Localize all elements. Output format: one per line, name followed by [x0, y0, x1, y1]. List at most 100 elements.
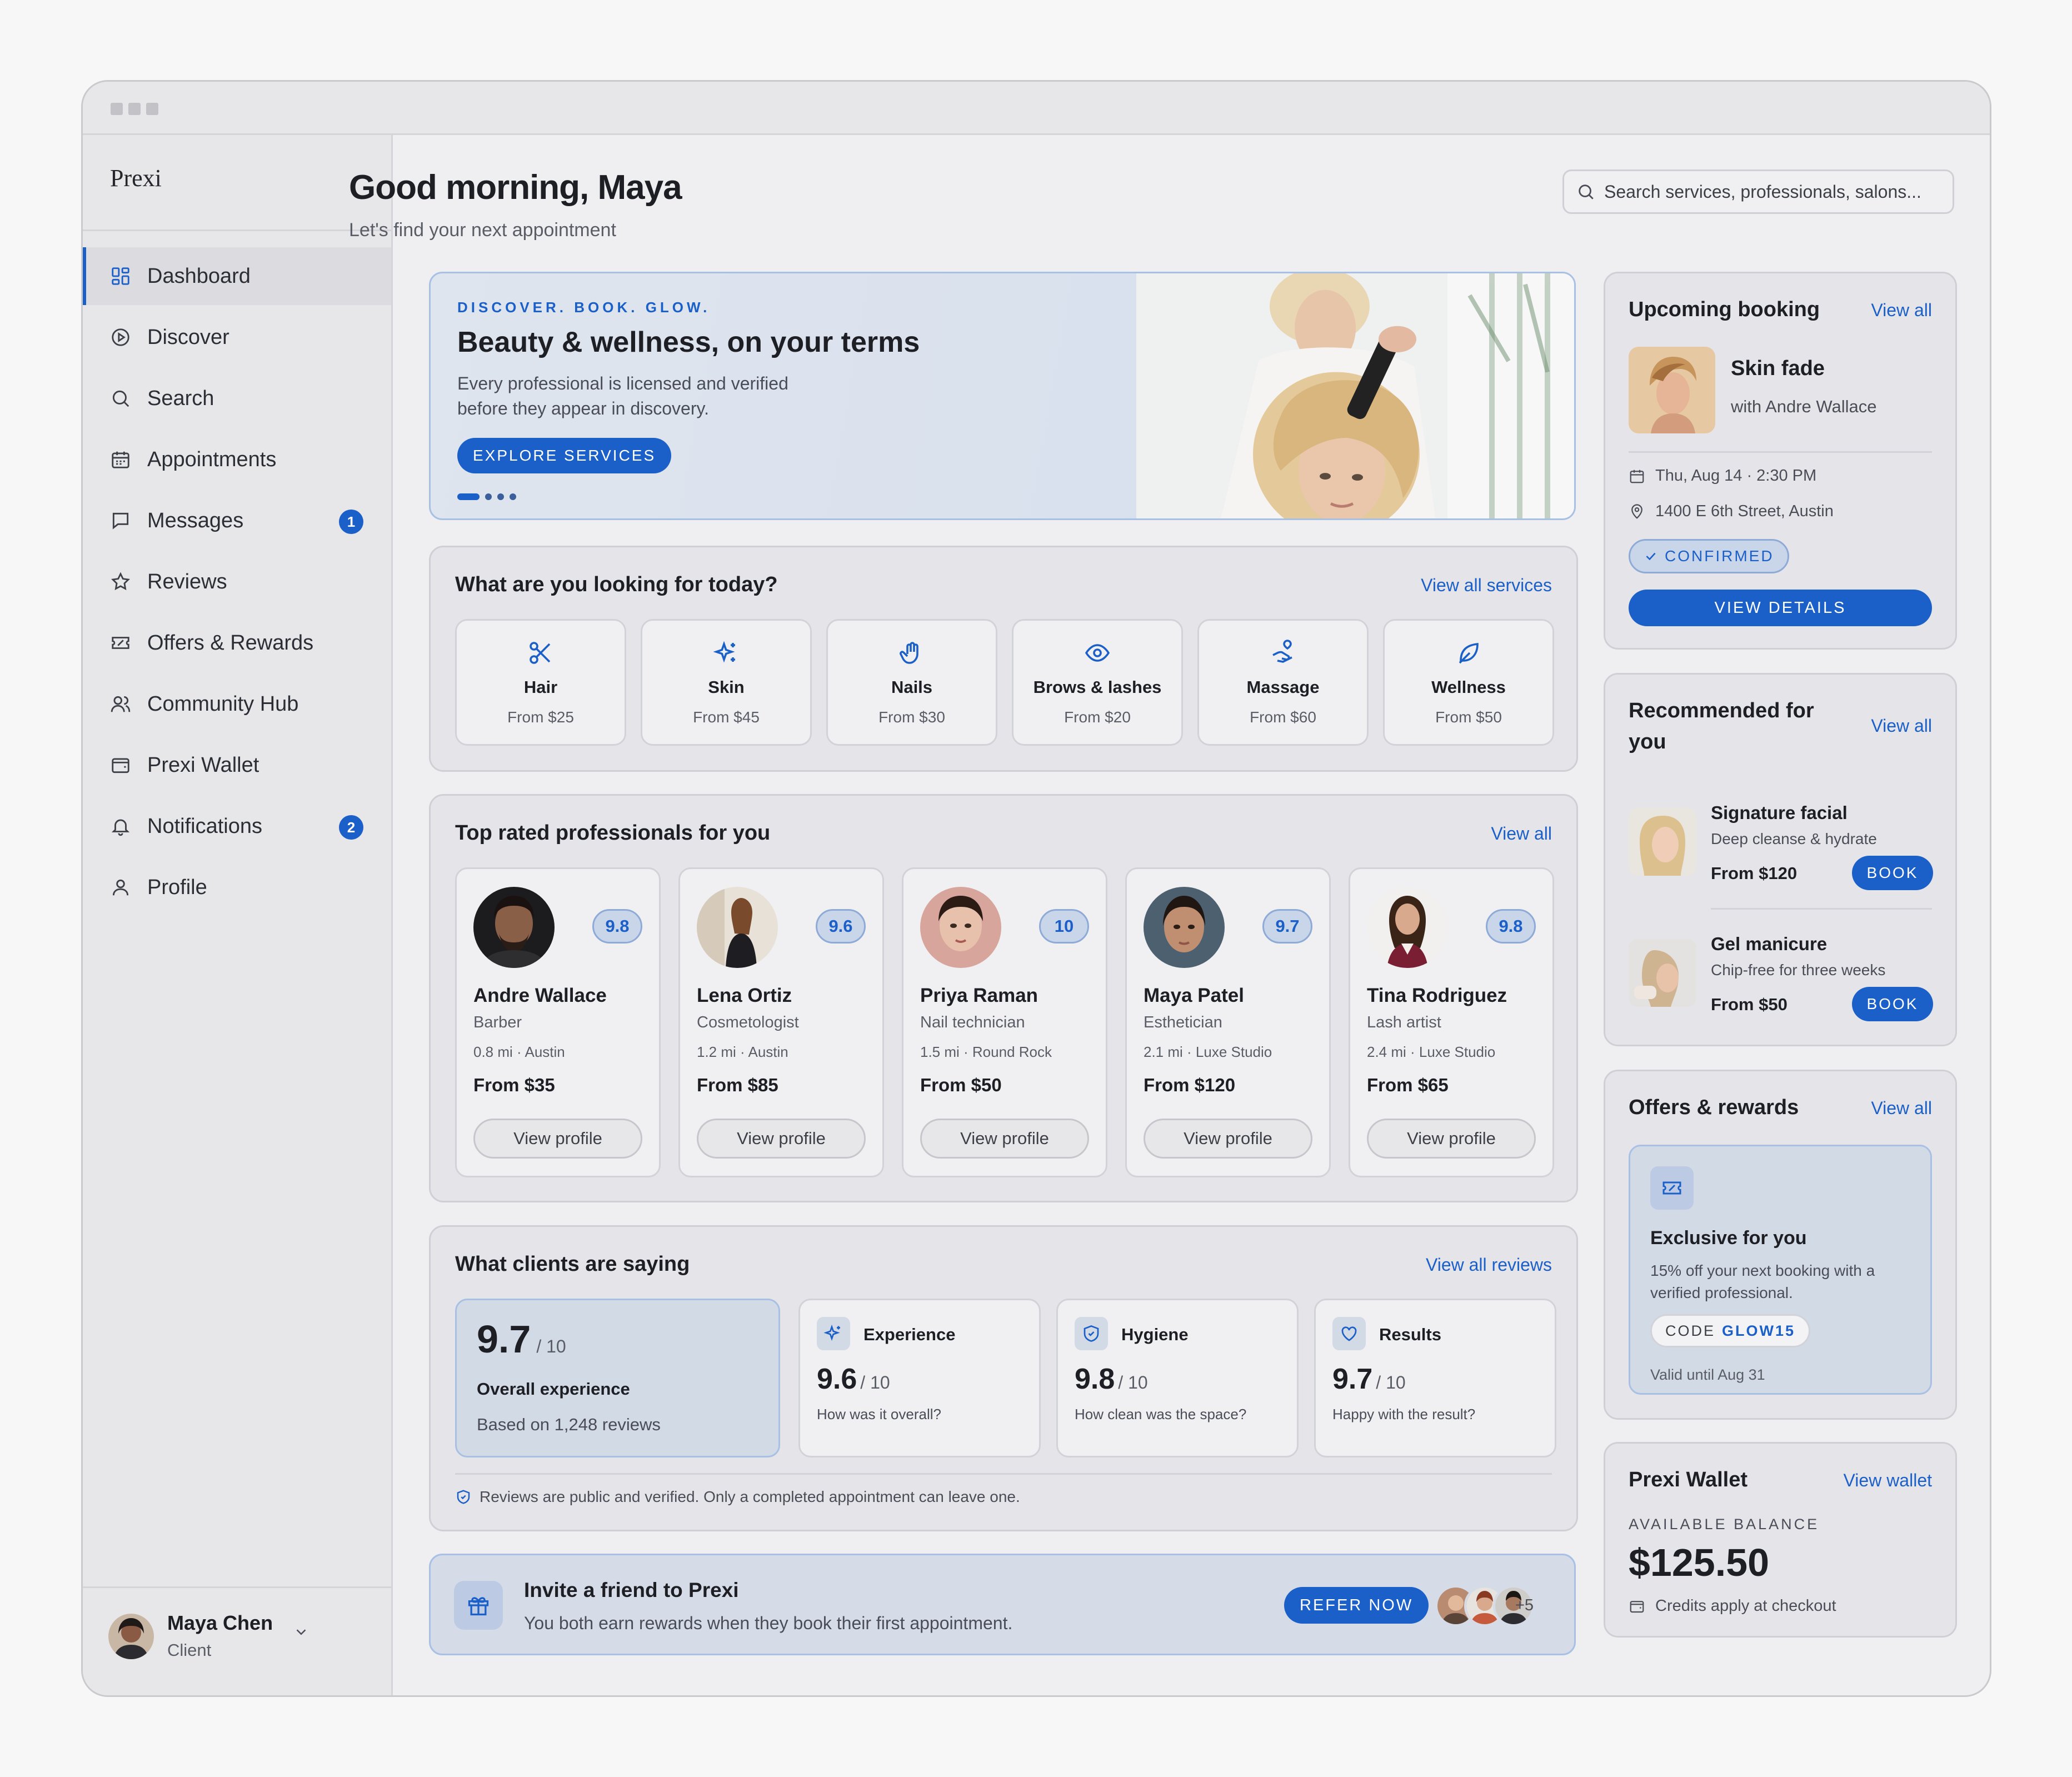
window-control[interactable] [111, 103, 123, 115]
sidebar-item-discover[interactable]: Discover [83, 308, 391, 366]
avatar [1367, 887, 1448, 968]
services-section: What are you looking for today? View all… [429, 546, 1578, 772]
carousel-dots[interactable] [457, 493, 516, 500]
rating-badge: 9.7 [1262, 909, 1312, 944]
service-card-nails[interactable]: Nails From $30 [826, 619, 997, 746]
service-name: Hair [523, 677, 558, 697]
view-profile-button[interactable]: View profile [473, 1119, 642, 1159]
sidebar-item-reviews[interactable]: Reviews [83, 553, 391, 611]
view-all-services-link[interactable]: View all services [1421, 575, 1552, 596]
grid-icon [109, 265, 132, 287]
hand-icon [900, 642, 918, 664]
sidebar-item-label: Notifications [147, 814, 262, 838]
hero-description: Every professional is licensed and verif… [457, 373, 788, 418]
message-icon [109, 510, 132, 532]
view-all-reviews-link[interactable]: View all reviews [1426, 1255, 1552, 1275]
professional-card[interactable]: 9.7 Maya Patel Esthetician 2.1 mi · Luxe… [1125, 867, 1331, 1177]
view-profile-button[interactable]: View profile [920, 1119, 1089, 1159]
professional-location: 2.1 mi · Luxe Studio [1144, 1044, 1272, 1060]
professional-card[interactable]: 9.8 Tina Rodriguez Lash artist 2.4 mi · … [1349, 867, 1554, 1177]
window-control[interactable] [128, 103, 141, 115]
offer-card[interactable]: Exclusive for you 15% off your next book… [1629, 1145, 1932, 1395]
rating-value: 9.8 [1075, 1363, 1115, 1395]
sparkles-icon [817, 1317, 850, 1350]
professional-price: From $35 [473, 1075, 555, 1095]
professional-card[interactable]: 9.6 Lena Ortiz Cosmetologist 1.2 mi · Au… [678, 867, 884, 1177]
professional-name: Lena Ortiz [697, 985, 792, 1006]
sidebar-item-messages[interactable]: Messages 1 [83, 492, 391, 550]
professional-location: 1.2 mi · Austin [697, 1044, 788, 1060]
section-title: Prexi Wallet [1629, 1468, 1748, 1491]
view-all-bookings-link[interactable]: View all [1871, 300, 1932, 321]
sidebar-item-offers[interactable]: Offers & Rewards [83, 614, 391, 672]
view-details-button[interactable]: VIEW DETAILS [1629, 590, 1932, 626]
professional-role: Cosmetologist [697, 1014, 799, 1031]
sidebar-item-community[interactable]: Community Hub [83, 675, 391, 733]
sidebar-item-dashboard[interactable]: Dashboard [83, 247, 391, 305]
service-card-brows[interactable]: Brows & lashes From $20 [1012, 619, 1183, 746]
reviews-note-text: Reviews are public and verified. Only a … [480, 1488, 1020, 1505]
view-profile-button[interactable]: View profile [697, 1119, 866, 1159]
service-price: From $45 [693, 708, 760, 726]
sidebar-item-label: Messages [147, 508, 244, 532]
booking-date: Thu, Aug 14 · 2:30 PM [1629, 467, 1816, 485]
service-card-massage[interactable]: Massage From $60 [1197, 619, 1369, 746]
brand-logo[interactable]: Prexi [110, 164, 162, 192]
shield-icon [1075, 1317, 1108, 1350]
offer-description: 15% off your next booking with a verifie… [1650, 1262, 1875, 1301]
user-menu[interactable]: Maya Chen Client [83, 1586, 391, 1695]
service-card-wellness[interactable]: Wellness From $50 [1383, 619, 1554, 746]
refer-now-button[interactable]: REFER NOW [1284, 1587, 1429, 1624]
search-input[interactable]: Search services, professionals, salons..… [1562, 169, 1954, 214]
star-icon [109, 571, 132, 593]
sidebar-item-label: Dashboard [147, 264, 251, 288]
service-card-hair[interactable]: Hair From $25 [455, 619, 626, 746]
booking-professional: with Andre Wallace [1731, 397, 1877, 416]
promo-code[interactable]: CODE GLOW15 [1650, 1314, 1811, 1347]
service-card-skin[interactable]: Skin From $45 [641, 619, 812, 746]
view-all-recommended-link[interactable]: View all [1871, 716, 1932, 736]
page-subtitle: Let's find your next appointment [349, 219, 616, 241]
professional-card[interactable]: 9.8 Andre Wallace Barber 0.8 mi · Austin… [455, 867, 661, 1177]
window-control[interactable] [146, 103, 158, 115]
sidebar-item-wallet[interactable]: Prexi Wallet [83, 736, 391, 794]
view-wallet-link[interactable]: View wallet [1844, 1470, 1932, 1491]
avatar [1144, 887, 1225, 968]
calendar-icon [1630, 470, 1644, 483]
chevron-down-icon[interactable] [293, 1624, 309, 1643]
sidebar-item-profile[interactable]: Profile [83, 858, 391, 916]
book-button[interactable]: BOOK [1852, 856, 1933, 890]
sidebar-item-notifications[interactable]: Notifications 2 [83, 797, 391, 855]
service-name: Brows & lashes [1033, 677, 1162, 697]
view-all-offers-link[interactable]: View all [1871, 1098, 1932, 1119]
sidebar-item-appointments[interactable]: Appointments [83, 431, 391, 488]
explore-services-button[interactable]: EXPLORE SERVICES [457, 438, 672, 473]
view-profile-button[interactable]: View profile [1144, 1119, 1312, 1159]
sidebar-item-search[interactable]: Search [83, 370, 391, 427]
booking-date-text: Thu, Aug 14 · 2:30 PM [1655, 467, 1817, 485]
users-icon [109, 693, 132, 715]
book-button[interactable]: BOOK [1852, 987, 1933, 1021]
rating-value: 9.6 [817, 1363, 857, 1395]
professional-card[interactable]: 10 Priya Raman Nail technician 1.5 mi · … [902, 867, 1107, 1177]
scissors-icon [530, 642, 551, 664]
recommended-service-price: From $50 [1711, 995, 1788, 1014]
professional-name: Priya Raman [920, 985, 1039, 1006]
user-role: Client [167, 1640, 212, 1660]
section-title: Top rated professionals for you [455, 821, 771, 845]
view-profile-button[interactable]: View profile [1367, 1119, 1536, 1159]
service-name: Wellness [1431, 677, 1506, 697]
more-friends-count: +5 [1515, 1596, 1534, 1614]
service-photo [1629, 939, 1696, 1007]
compass-icon [109, 326, 132, 348]
rating-badge: 9.6 [816, 909, 866, 944]
sidebar-item-label: Reviews [147, 570, 227, 593]
divider [1629, 451, 1932, 453]
professional-location: 0.8 mi · Austin [473, 1044, 565, 1060]
service-price: From $50 [1435, 708, 1502, 726]
sidebar-item-label: Offers & Rewards [147, 631, 314, 655]
view-all-professionals-link[interactable]: View all [1491, 823, 1552, 844]
sparkles-icon [713, 641, 735, 663]
professional-name: Maya Patel [1144, 985, 1244, 1006]
booking-photo [1629, 347, 1715, 433]
